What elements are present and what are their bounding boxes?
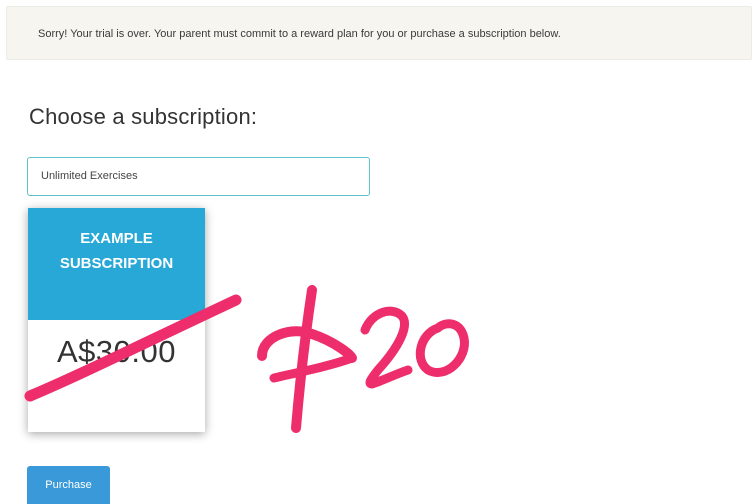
handwritten-dollar-sign (291, 285, 317, 433)
handwritten-dollar-sign (269, 353, 357, 383)
subscription-select[interactable]: Unlimited Exercises (27, 157, 370, 196)
handwritten-digit-two (360, 306, 413, 389)
subscription-heading: Choose a subscription: (29, 104, 258, 129)
handwritten-digit-zero (415, 319, 469, 377)
subscription-select-value: Unlimited Exercises (41, 170, 138, 182)
subscription-card-title-line2: SUBSCRIPTION (59, 255, 174, 272)
subscription-card[interactable]: EXAMPLE SUBSCRIPTION A$30.00 (28, 208, 205, 432)
subscription-price: A$30.00 (57, 334, 176, 369)
trial-expired-page: Sorry! Your trial is over. Your parent m… (0, 0, 754, 504)
purchase-button[interactable]: Purchase (27, 466, 110, 504)
subscription-card-title-line1: EXAMPLE (80, 230, 153, 247)
alert-message: Sorry! Your trial is over. Your parent m… (38, 28, 561, 40)
subscription-card-header: EXAMPLE SUBSCRIPTION (28, 208, 205, 320)
trial-over-alert: Sorry! Your trial is over. Your parent m… (6, 6, 752, 60)
handwritten-dollar-sign (257, 326, 357, 363)
